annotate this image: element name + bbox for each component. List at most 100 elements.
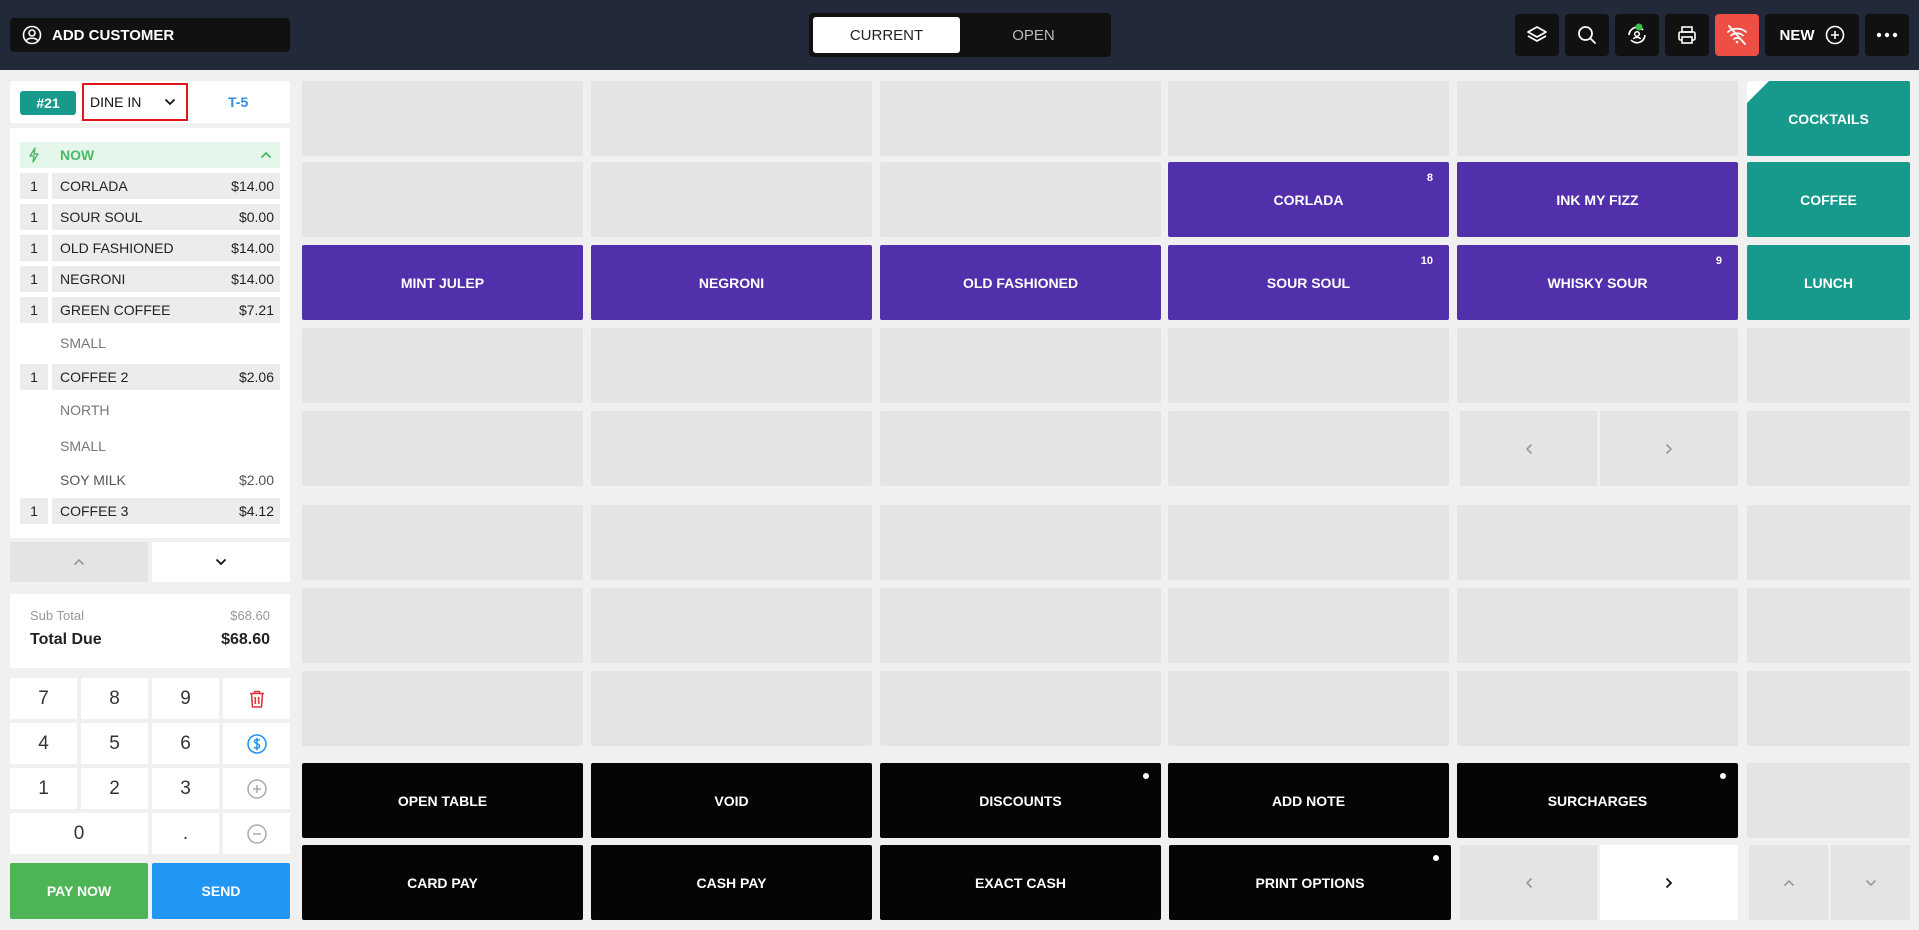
new-order-button[interactable]: NEW (1765, 14, 1859, 56)
surcharges-button[interactable]: SURCHARGES (1457, 763, 1738, 838)
key-9[interactable]: 9 (152, 678, 219, 719)
product-corlada-button[interactable]: CORLADA 8 (1168, 162, 1449, 237)
function-page-prev-button[interactable] (1460, 845, 1597, 920)
empty-slot (1168, 411, 1449, 486)
line-price: $2.00 (238, 472, 274, 488)
exact-cash-button[interactable]: EXACT CASH (880, 845, 1161, 920)
empty-category-slot (1747, 763, 1910, 838)
line-qty (20, 467, 48, 493)
order-line[interactable]: 1 CORLADA $14.00 (20, 173, 280, 199)
product-sour-soul-button[interactable]: SOUR SOUL 10 (1168, 245, 1449, 320)
sync-user-icon (1628, 23, 1646, 44)
key-8[interactable]: 8 (81, 678, 148, 719)
function-label: VOID (714, 792, 749, 809)
cash-pay-button[interactable]: CASH PAY (591, 845, 872, 920)
order-line[interactable]: 1 COFFEE 3 $4.12 (20, 498, 280, 524)
search-icon (1578, 26, 1596, 44)
pay-now-button[interactable]: PAY NOW (10, 863, 148, 919)
key-5[interactable]: 5 (81, 723, 148, 764)
empty-slot (302, 588, 583, 663)
product-label: INK MY FIZZ (1556, 191, 1639, 208)
order-line-modifier[interactable]: SOY MILK $2.00 (20, 467, 280, 493)
search-button[interactable] (1565, 14, 1609, 56)
scroll-up-button[interactable] (10, 542, 148, 582)
product-page-prev-button[interactable] (1460, 411, 1597, 486)
product-page-next-button[interactable] (1600, 411, 1738, 486)
category-coffee-button[interactable]: COFFEE (1747, 162, 1910, 237)
line-price: $14.00 (231, 271, 274, 287)
order-items-list: NOW 1 CORLADA $14.00 1 SOUR SOUL $0.00 1 O… (10, 128, 290, 538)
primary-actions: PAY NOW SEND (10, 863, 290, 919)
table-number-link[interactable]: T-5 (228, 94, 248, 110)
key-decimal[interactable]: . (152, 813, 219, 854)
key-3[interactable]: 3 (152, 768, 219, 809)
product-mint-julep-button[interactable]: MINT JULEP (302, 245, 583, 320)
product-label: SOUR SOUL (1266, 274, 1351, 291)
void-button[interactable]: VOID (591, 763, 872, 838)
increase-qty-button[interactable] (223, 768, 290, 809)
key-2[interactable]: 2 (81, 768, 148, 809)
line-qty (20, 397, 48, 423)
order-type-value: DINE IN (90, 94, 142, 110)
card-pay-button[interactable]: CARD PAY (302, 845, 583, 920)
key-1[interactable]: 1 (10, 768, 77, 809)
line-name: SMALL (60, 335, 106, 351)
order-line-modifier[interactable]: SMALL (20, 330, 280, 356)
delete-button[interactable] (223, 678, 290, 719)
numeric-keypad: 7 8 9 4 5 6 1 2 3 0 . (10, 678, 290, 854)
scroll-down-button[interactable] (152, 542, 290, 582)
empty-category-slot (1747, 328, 1910, 403)
order-line-modifier[interactable]: NORTH (20, 397, 280, 423)
order-line[interactable]: 1 COFFEE 2 $2.06 (20, 364, 280, 390)
key-4[interactable]: 4 (10, 723, 77, 764)
more-button[interactable] (1865, 14, 1909, 56)
lightning-icon (29, 147, 39, 163)
plus-circle-icon (246, 778, 267, 799)
empty-slot (880, 81, 1161, 156)
total-due-value: $68.60 (221, 631, 270, 648)
order-line[interactable]: 1 GREEN COFFEE $7.21 (20, 297, 280, 323)
order-line[interactable]: 1 NEGRONI $14.00 (20, 266, 280, 292)
function-label: CARD PAY (407, 874, 478, 891)
sync-button[interactable] (1615, 14, 1659, 56)
course-group-now[interactable]: NOW (20, 142, 280, 168)
line-qty: 1 (20, 297, 48, 323)
product-whisky-sour-button[interactable]: WHISKY SOUR 9 (1457, 245, 1738, 320)
layers-button[interactable] (1515, 14, 1559, 56)
print-options-button[interactable]: PRINT OPTIONS (1169, 845, 1451, 920)
category-lunch-button[interactable]: LUNCH (1747, 245, 1910, 320)
empty-category-slot (1747, 505, 1910, 580)
price-button[interactable] (223, 723, 290, 764)
offline-button[interactable] (1715, 14, 1759, 56)
tab-current[interactable]: CURRENT (813, 17, 960, 53)
empty-slot (591, 671, 872, 746)
order-line[interactable]: 1 SOUR SOUL $0.00 (20, 204, 280, 230)
total-due-label: Total Due (30, 631, 102, 648)
add-note-button[interactable]: ADD NOTE (1168, 763, 1449, 838)
key-6[interactable]: 6 (152, 723, 219, 764)
tab-open[interactable]: OPEN (960, 17, 1107, 53)
send-button[interactable]: SEND (152, 863, 290, 919)
function-page-next-button[interactable] (1600, 845, 1738, 920)
product-old-fashioned-button[interactable]: OLD FASHIONED (880, 245, 1161, 320)
line-name: COFFEE 3 (60, 503, 129, 519)
empty-slot (1457, 81, 1738, 156)
key-7[interactable]: 7 (10, 678, 77, 719)
discounts-button[interactable]: DISCOUNTS (880, 763, 1161, 838)
add-customer-button[interactable]: ADD CUSTOMER (10, 18, 290, 52)
line-price: $4.12 (238, 503, 274, 519)
category-scroll-down-button[interactable] (1831, 845, 1910, 920)
product-negroni-button[interactable]: NEGRONI (591, 245, 872, 320)
order-line[interactable]: 1 OLD FASHIONED $14.00 (20, 235, 280, 261)
order-line-modifier[interactable]: SMALL (20, 433, 280, 459)
decrease-qty-button[interactable] (223, 813, 290, 854)
open-table-button[interactable]: OPEN TABLE (302, 763, 583, 838)
category-scroll-up-button[interactable] (1749, 845, 1828, 920)
line-name: SOUR SOUL (60, 209, 143, 225)
order-type-select[interactable]: DINE IN (82, 83, 188, 121)
line-qty: 1 (20, 364, 48, 390)
product-ink-my-fizz-button[interactable]: INK MY FIZZ (1457, 162, 1738, 237)
print-button[interactable] (1665, 14, 1709, 56)
key-0[interactable]: 0 (10, 813, 148, 854)
category-cocktails-button[interactable]: COCKTAILS (1747, 81, 1910, 156)
